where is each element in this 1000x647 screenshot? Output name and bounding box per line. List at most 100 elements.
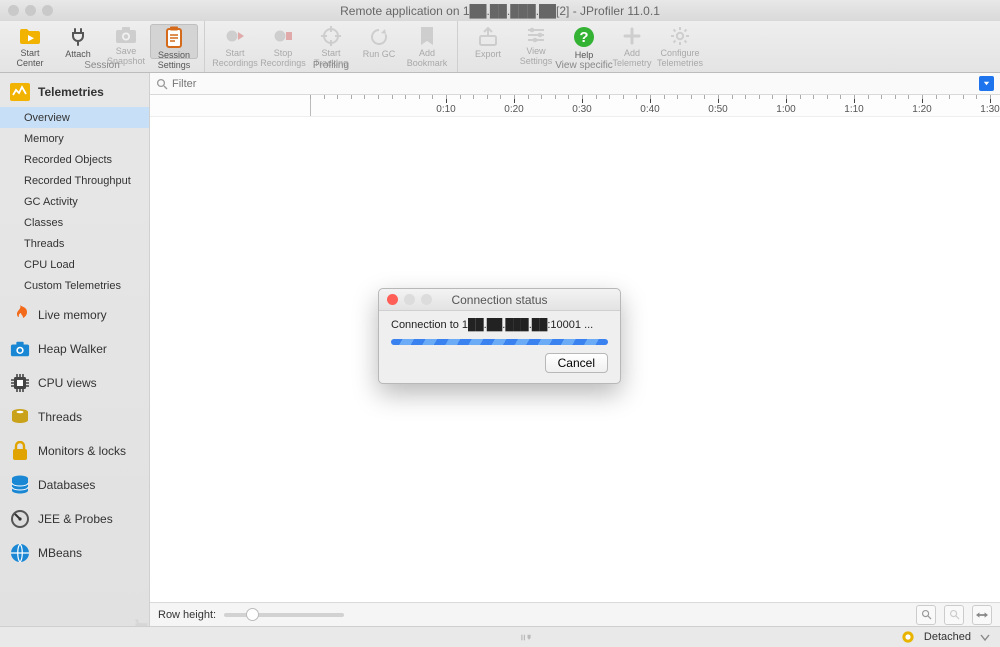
sidebar-item-label: Overview [24, 112, 70, 124]
ruler-minor-tick [976, 95, 977, 99]
crosshair-icon [320, 26, 342, 46]
sidebar-item-mbeans[interactable]: MBeans [0, 538, 149, 568]
rec-play-icon [224, 26, 246, 46]
plus-icon [621, 26, 643, 46]
ruler-minor-tick [936, 95, 937, 99]
start-rec-button: Start Recordings [211, 24, 259, 59]
ruler-label: 1:10 [844, 104, 863, 115]
sidebar-subitem-memory[interactable]: Memory [0, 128, 149, 149]
session-sett-button[interactable]: Session Settings [150, 24, 198, 59]
start-center-button[interactable]: Start Center [6, 24, 54, 59]
zoom-tool-button[interactable] [944, 605, 964, 625]
ruler-minor-tick [528, 95, 529, 99]
sidebar-item-label: Threads [24, 238, 64, 250]
ruler-minor-tick [351, 95, 352, 99]
sidebar-item-label: Classes [24, 217, 63, 229]
sidebar-item-label: Heap Walker [38, 342, 107, 356]
dialog-titlebar: Connection status [379, 289, 620, 311]
help-icon: ? [573, 26, 595, 48]
ruler-label: 1:30 [980, 104, 999, 115]
sidebar-item-label: MBeans [38, 546, 82, 560]
clipboard-icon [163, 26, 185, 48]
ruler-minor-tick [949, 95, 950, 99]
sidebar-item-cpu[interactable]: CPU views [0, 368, 149, 398]
sidebar-subitem-custom[interactable]: Custom Telemetries [0, 275, 149, 296]
fit-width-button[interactable] [972, 605, 992, 625]
ruler-minor-tick [636, 95, 637, 99]
progress-bar [391, 339, 608, 345]
zoom-fit-button[interactable] [916, 605, 936, 625]
ruler-minor-tick [704, 95, 705, 99]
row-height-bar: Row height: [150, 602, 1000, 626]
ruler-minor-tick [473, 95, 474, 99]
sidebar-subitem-classes[interactable]: Classes [0, 212, 149, 233]
filter-dropdown[interactable] [979, 76, 994, 91]
ruler-minor-tick [813, 95, 814, 99]
sidebar-item-label: Recorded Throughput [24, 175, 131, 187]
ruler-minor-tick [650, 95, 651, 99]
sidebar-item-jee[interactable]: JEE & Probes [0, 504, 149, 534]
ruler-minor-tick [310, 95, 311, 99]
attach-button[interactable]: Attach [54, 24, 102, 59]
cfg-tel-button: Configure Telemetries [656, 24, 704, 59]
sidebar-item-live-mem[interactable]: Live memory [0, 300, 149, 330]
ruler-minor-tick [514, 95, 515, 99]
sidebar-item-label: Telemetries [38, 85, 104, 99]
ruler-minor-tick [745, 95, 746, 99]
main-toolbar: Start CenterAttachSave SnapshotSession S… [0, 21, 1000, 73]
toolbar-button-label: Attach [65, 49, 91, 59]
ruler-minor-tick [623, 95, 624, 99]
status-marker-icon[interactable] [520, 630, 535, 645]
rec-stop-icon [272, 26, 294, 46]
status-menu-icon[interactable] [977, 630, 992, 645]
ruler-minor-tick [854, 95, 855, 99]
sidebar-item-label: GC Activity [24, 196, 78, 208]
add-book-button: Add Bookmark [403, 24, 451, 59]
ruler-minor-tick [378, 95, 379, 99]
camera-icon [10, 339, 30, 359]
add-tel-button: Add Telemetry [608, 24, 656, 59]
filter-input[interactable] [172, 78, 979, 90]
sidebar-item-telemetries[interactable]: Telemetries [0, 77, 149, 107]
sidebar-subitem-threads[interactable]: Threads [0, 233, 149, 254]
row-height-slider[interactable] [224, 613, 344, 617]
ruler-minor-tick [908, 95, 909, 99]
sidebar-subitem-gc[interactable]: GC Activity [0, 191, 149, 212]
sidebar-item-label: Live memory [38, 308, 107, 322]
toolbar-group-label: View specific [458, 60, 710, 71]
sidebar-item-threads-s[interactable]: Threads [0, 402, 149, 432]
export-button: Export [464, 24, 512, 59]
sidebar-subitem-rec-obj[interactable]: Recorded Objects [0, 149, 149, 170]
run-gc-button: Run GC [355, 24, 403, 59]
ruler-label: 0:20 [504, 104, 523, 115]
ruler-minor-tick [840, 95, 841, 99]
ruler-minor-tick [732, 95, 733, 99]
sidebar-item-heap[interactable]: Heap Walker [0, 334, 149, 364]
help-button[interactable]: ?Help [560, 24, 608, 59]
slider-knob[interactable] [246, 608, 259, 621]
dialog-message: Connection to 1██.██.███.██:10001 ... [391, 319, 608, 331]
status-detached: Detached [924, 631, 971, 643]
bookmark-icon [416, 26, 438, 46]
sidebar-item-db[interactable]: Databases [0, 470, 149, 500]
cancel-button[interactable]: Cancel [545, 353, 608, 373]
ruler-label: 1:00 [776, 104, 795, 115]
ruler-minor-tick [664, 95, 665, 99]
ruler-minor-tick [541, 95, 542, 99]
sidebar-item-label: Memory [24, 133, 64, 145]
sidebar-subitem-rec-thr[interactable]: Recorded Throughput [0, 170, 149, 191]
ruler-minor-tick [596, 95, 597, 99]
telemetry-icon [10, 82, 30, 102]
detached-icon [901, 630, 916, 645]
sidebar-subitem-cpu-load[interactable]: CPU Load [0, 254, 149, 275]
ruler-minor-tick [487, 95, 488, 99]
window-title: Remote application on 1██.██.███.██[2] -… [0, 4, 1000, 18]
sidebar-item-monitors[interactable]: Monitors & locks [0, 436, 149, 466]
gear-icon [669, 26, 691, 46]
search-icon [156, 78, 168, 90]
ruler-minor-tick [500, 95, 501, 99]
globe-icon [10, 543, 30, 563]
sidebar-subitem-overview[interactable]: Overview [0, 107, 149, 128]
ruler-minor-tick [364, 95, 365, 99]
camera-icon [115, 26, 137, 44]
